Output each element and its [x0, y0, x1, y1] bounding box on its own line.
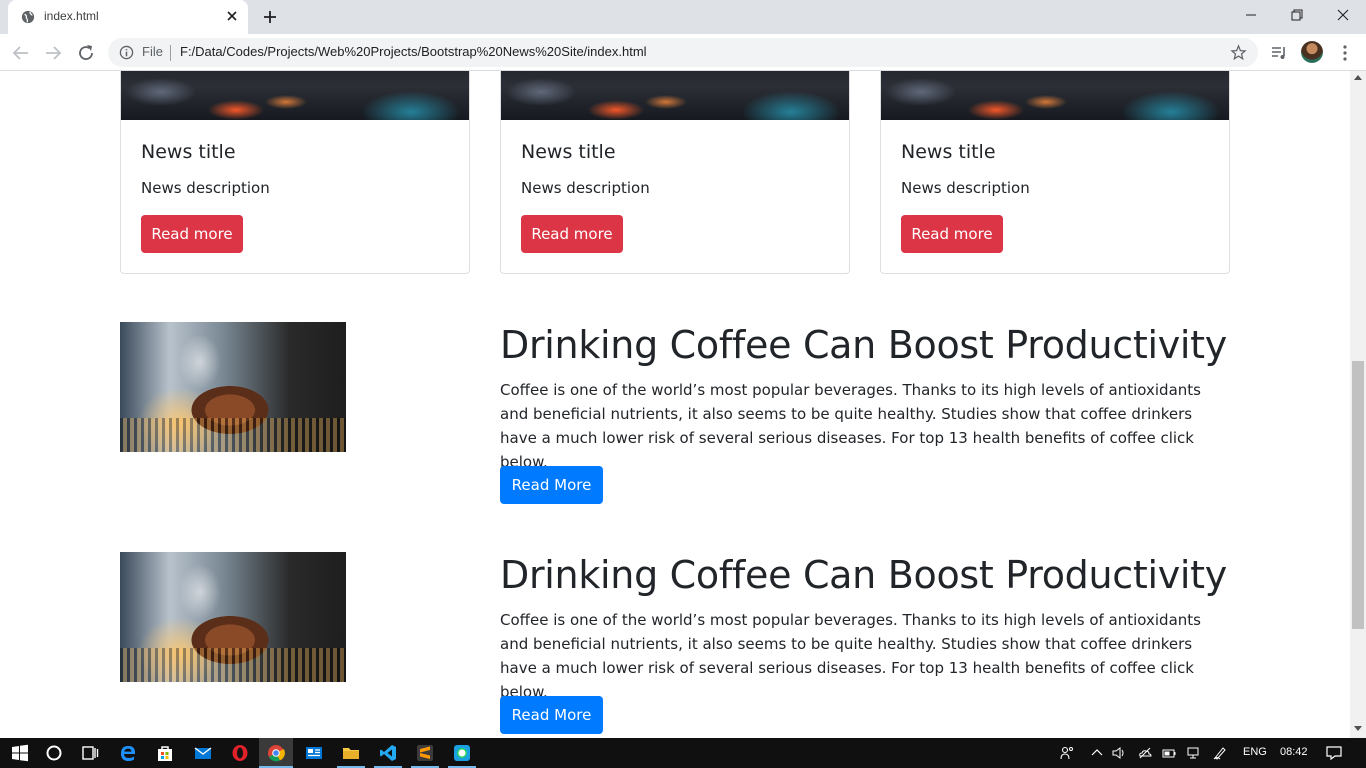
cortana-icon[interactable] [44, 743, 64, 763]
info-icon[interactable] [119, 45, 134, 60]
back-arrow-icon[interactable] [10, 42, 32, 64]
file-explorer-icon[interactable] [341, 743, 361, 763]
article-body: Coffee is one of the world’s most popula… [500, 611, 1201, 701]
media-control-icon[interactable] [1270, 44, 1288, 62]
volume-icon[interactable] [1112, 746, 1126, 760]
omnibox-divider [170, 45, 171, 61]
whatsapp-icon[interactable] [452, 743, 472, 763]
action-center-icon[interactable] [1326, 745, 1342, 761]
news-card: News title News description Read more [880, 71, 1230, 274]
pen-workspace-icon[interactable] [1213, 746, 1227, 760]
language-indicator[interactable]: ENG [1243, 746, 1267, 758]
page-viewport: News title News description Read more Ne… [0, 71, 1350, 738]
chevron-up-icon[interactable] [1090, 746, 1104, 760]
edge-icon[interactable] [118, 743, 138, 763]
coffee-cup-image [120, 552, 346, 682]
news-card: News title News description Read more [500, 71, 850, 274]
article-body: Coffee is one of the world’s most popula… [500, 381, 1201, 471]
news-app-icon[interactable] [304, 743, 324, 763]
page-scrollbar[interactable] [1350, 71, 1366, 738]
url-text[interactable]: F:/Data/Codes/Projects/Web%20Projects/Bo… [180, 44, 647, 59]
minimize-icon[interactable] [1228, 0, 1274, 30]
scrollbar-thumb[interactable] [1352, 361, 1364, 629]
news-card-image [881, 71, 1229, 120]
read-more-button[interactable]: Read more [901, 215, 1003, 253]
tab-title: index.html [44, 9, 99, 23]
news-card-description: News description [901, 179, 1030, 197]
browser-toolbar: File F:/Data/Codes/Projects/Web%20Projec… [0, 34, 1366, 71]
article-heading: Drinking Coffee Can Boost Productivity [500, 323, 1227, 367]
chrome-icon[interactable] [266, 743, 286, 763]
address-bar[interactable]: File F:/Data/Codes/Projects/Web%20Projec… [108, 38, 1258, 67]
news-card-description: News description [141, 179, 270, 197]
browser-tab[interactable]: index.html [8, 0, 248, 34]
restore-icon[interactable] [1274, 0, 1320, 30]
news-card-image [121, 71, 469, 120]
clock[interactable]: 08:42 [1280, 746, 1308, 758]
store-icon[interactable] [155, 743, 175, 763]
table-texture [120, 648, 346, 682]
close-window-icon[interactable] [1320, 0, 1366, 30]
article-read-more-button[interactable]: Read More [500, 466, 603, 504]
more-menu-icon[interactable] [1337, 44, 1353, 62]
opera-icon[interactable] [230, 743, 250, 763]
start-icon[interactable] [10, 743, 30, 763]
news-card-title: News title [521, 141, 616, 163]
coffee-cup-image [120, 322, 346, 452]
news-card-description: News description [521, 179, 650, 197]
mail-icon[interactable] [193, 743, 213, 763]
news-card: News title News description Read more [120, 71, 470, 274]
bookmark-star-icon[interactable] [1230, 44, 1247, 61]
people-icon[interactable] [1060, 746, 1074, 760]
battery-icon[interactable] [1162, 746, 1176, 760]
profile-avatar[interactable] [1301, 41, 1323, 63]
read-more-button[interactable]: Read more [521, 215, 623, 253]
news-card-image [501, 71, 849, 120]
news-card-title: News title [141, 141, 236, 163]
read-more-button[interactable]: Read more [141, 215, 243, 253]
file-scheme-label: File [142, 44, 163, 59]
globe-icon [21, 10, 35, 24]
scroll-down-arrow-icon[interactable] [1354, 726, 1362, 731]
tab-strip: index.html [0, 0, 1366, 34]
windows-taskbar: ENG 08:42 [0, 738, 1366, 768]
network-icon[interactable] [1187, 746, 1201, 760]
new-tab-icon[interactable] [261, 8, 279, 26]
news-card-title: News title [901, 141, 996, 163]
vscode-icon[interactable] [378, 743, 398, 763]
sublime-text-icon[interactable] [415, 743, 435, 763]
table-texture [120, 418, 346, 452]
reload-icon[interactable] [75, 42, 97, 64]
onedrive-icon[interactable] [1138, 746, 1152, 760]
article-heading: Drinking Coffee Can Boost Productivity [500, 553, 1227, 597]
task-view-icon[interactable] [80, 743, 100, 763]
scroll-up-arrow-icon[interactable] [1354, 75, 1362, 80]
forward-arrow-icon[interactable] [42, 42, 64, 64]
close-tab-icon[interactable] [224, 8, 240, 24]
article-read-more-button[interactable]: Read More [500, 696, 603, 734]
